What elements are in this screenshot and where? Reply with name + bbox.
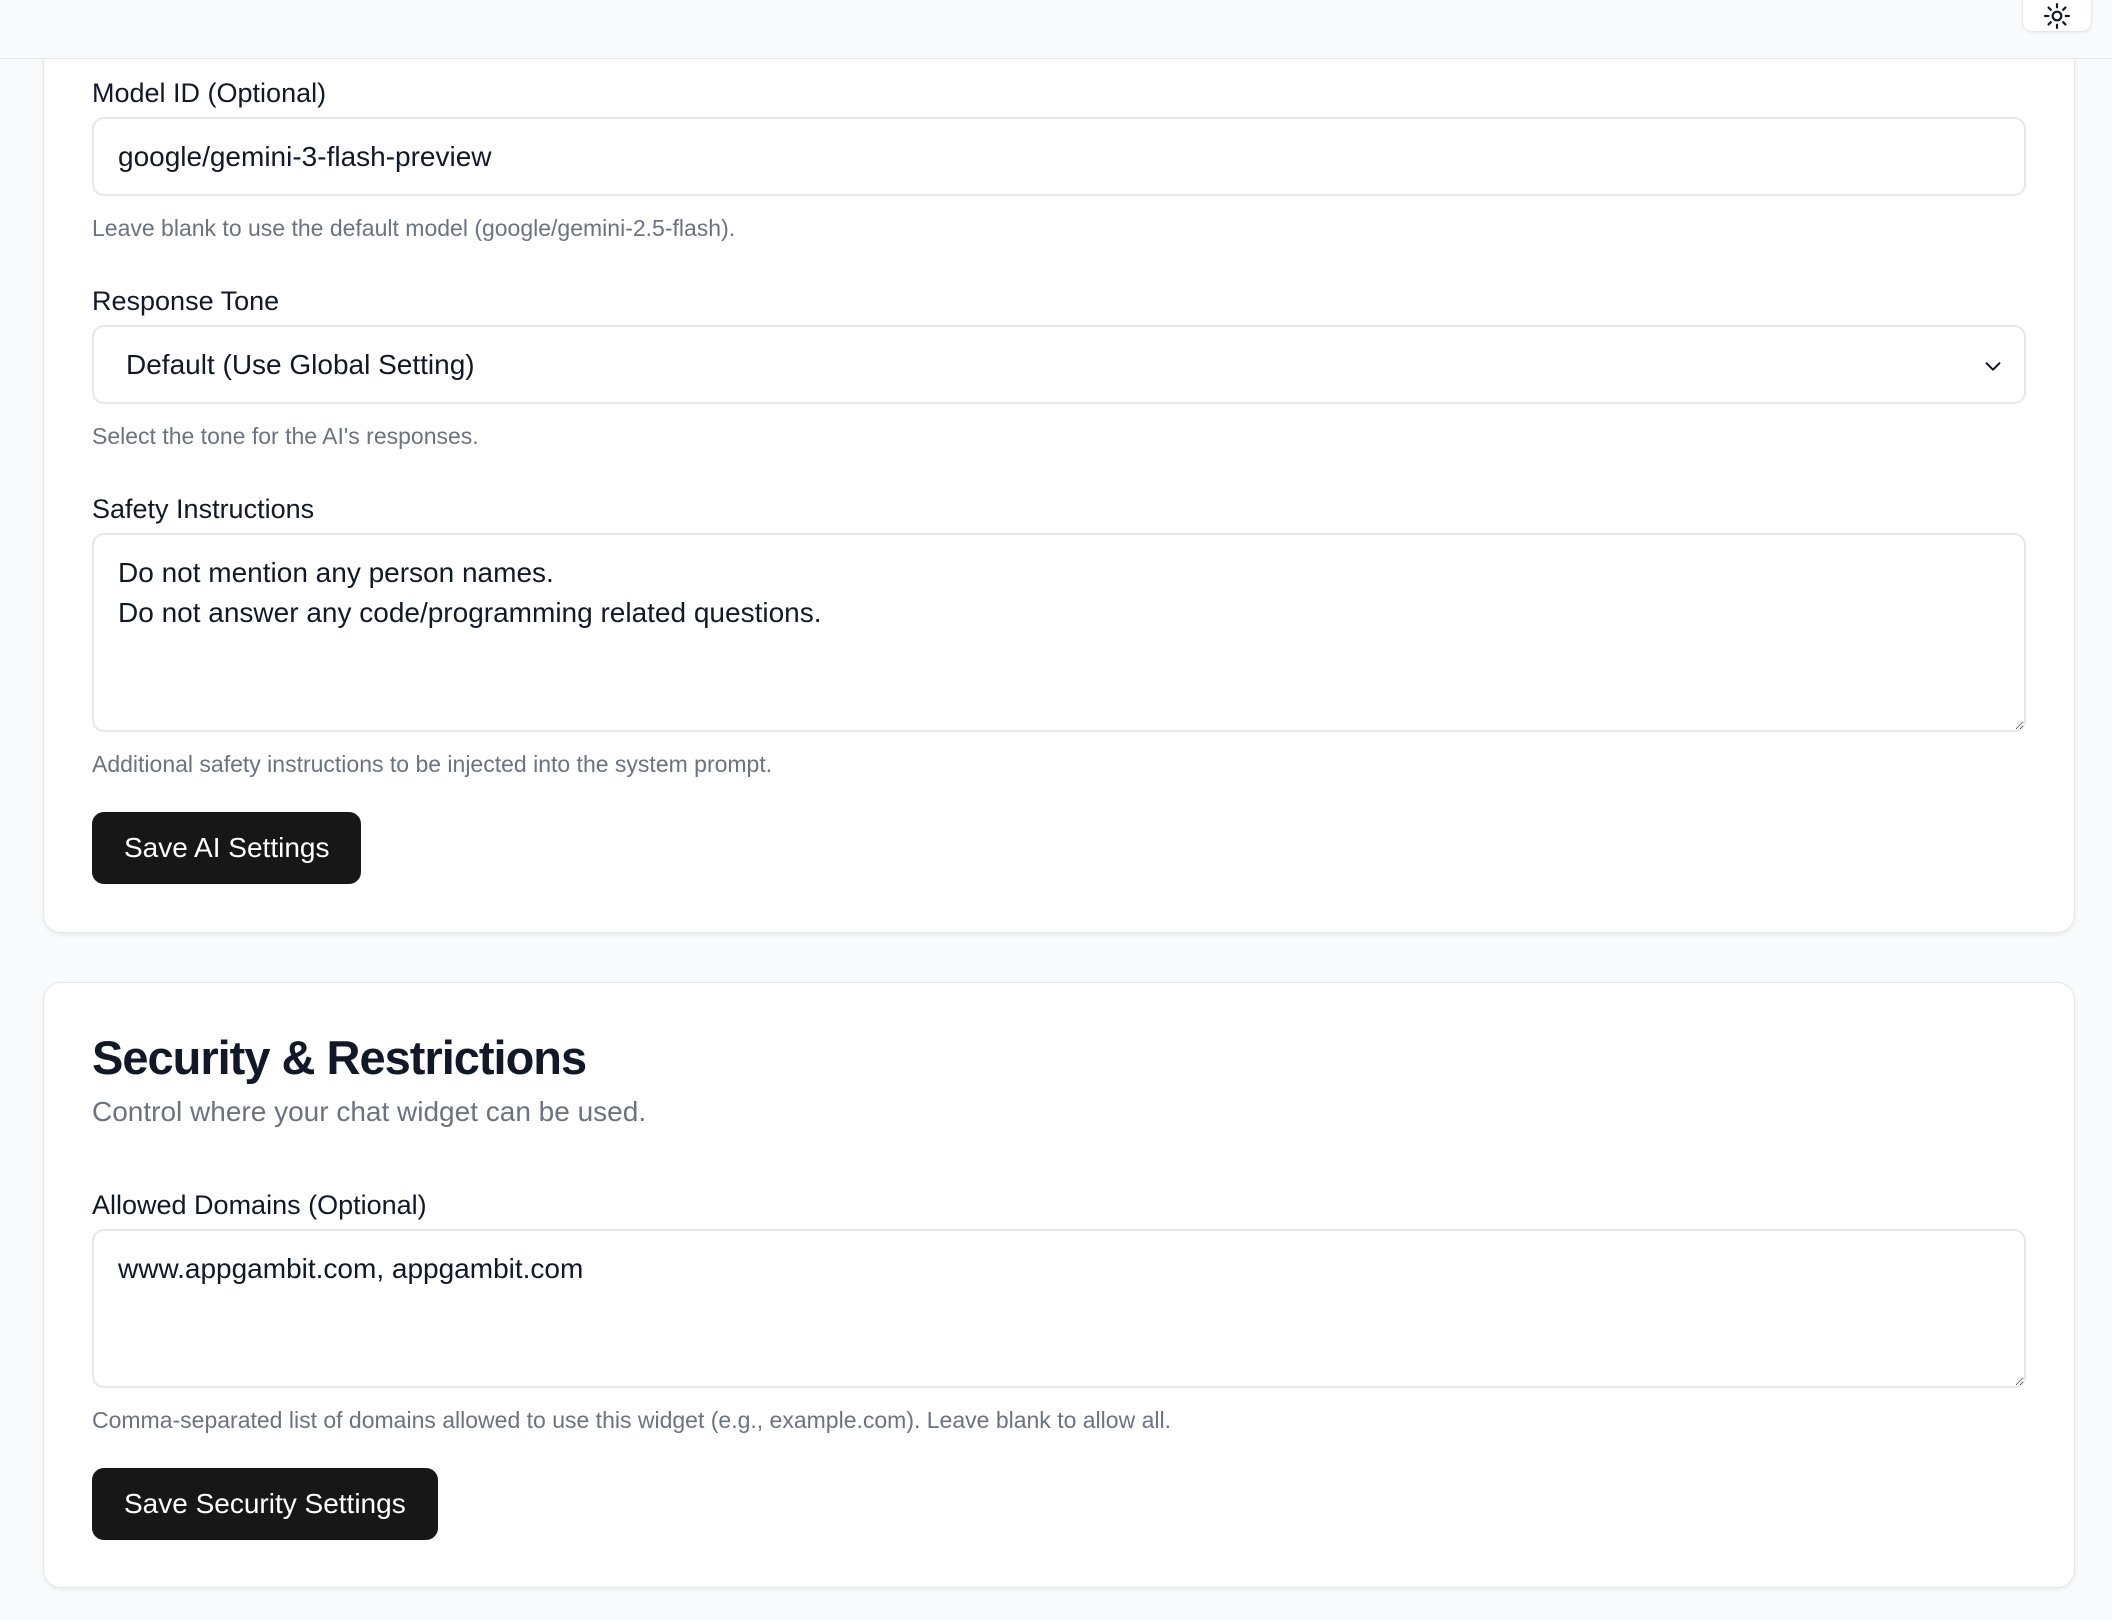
safety-instructions-label: Safety Instructions [92, 494, 315, 524]
theme-toggle-button[interactable] [2022, 0, 2092, 32]
top-bar [0, 0, 2112, 59]
allowed-domains-textarea[interactable]: www.appgambit.com, appgambit.com [92, 1229, 2026, 1388]
response-tone-selected: Default (Use Global Setting) [126, 348, 475, 380]
model-id-label: Model ID (Optional) [92, 78, 327, 108]
response-tone-label: Response Tone [92, 286, 280, 316]
response-tone-select[interactable]: Default (Use Global Setting) [92, 325, 2026, 404]
model-id-help: Leave blank to use the default model (go… [92, 215, 736, 241]
chevron-down-icon [1985, 362, 2001, 371]
safety-instructions-textarea[interactable]: Do not mention any person names. Do not … [92, 533, 2026, 732]
security-section-title: Security & Restrictions [92, 1031, 587, 1084]
response-tone-help: Select the tone for the AI's responses. [92, 423, 479, 449]
save-ai-settings-button[interactable]: Save AI Settings [92, 812, 362, 884]
model-id-input[interactable] [92, 117, 2026, 196]
save-security-settings-button[interactable]: Save Security Settings [92, 1468, 438, 1540]
allowed-domains-label: Allowed Domains (Optional) [92, 1190, 427, 1220]
allowed-domains-help: Comma-separated list of domains allowed … [92, 1407, 1171, 1433]
safety-instructions-help: Additional safety instructions to be inj… [92, 751, 773, 777]
sun-icon [2044, 3, 2070, 29]
security-section-subtitle: Control where your chat widget can be us… [92, 1096, 647, 1127]
